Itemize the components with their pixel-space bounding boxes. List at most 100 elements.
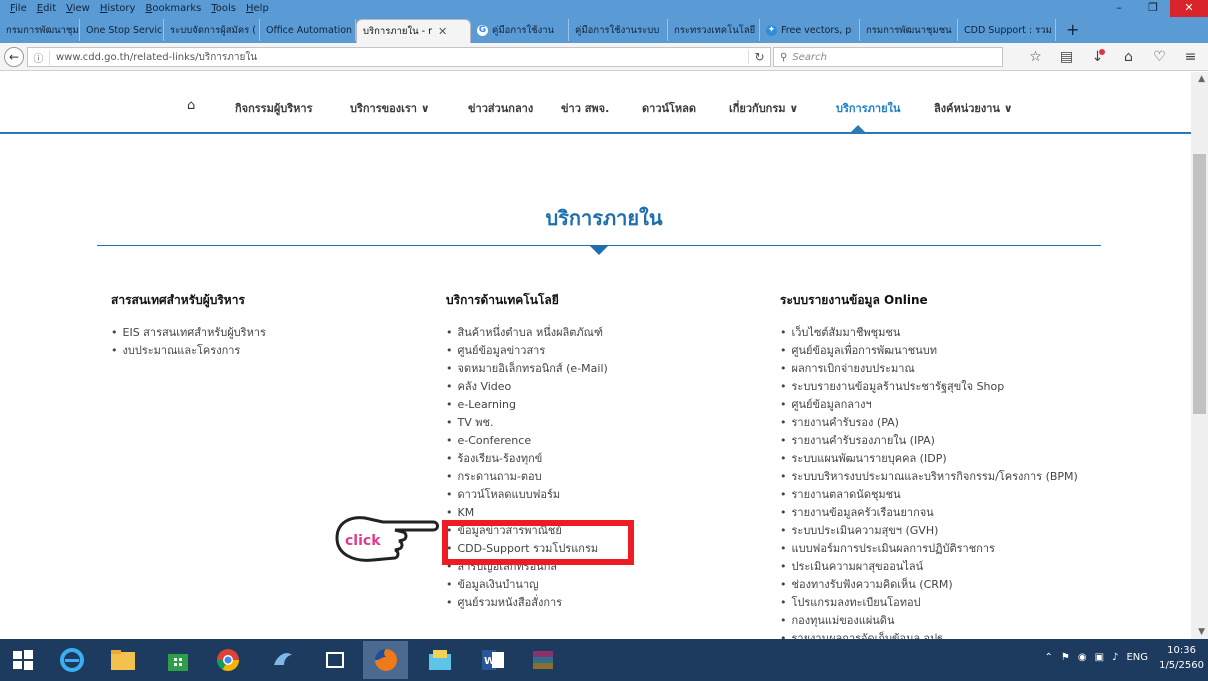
list-item[interactable]: กองทุนแม่ของแผ่นดิน [780, 612, 1078, 630]
info-icon[interactable]: ⓘ [28, 49, 50, 65]
site-home-icon[interactable]: ⌂ [187, 98, 195, 113]
url-text[interactable]: www.cdd.go.th/related-links/บริการภายใน [50, 50, 748, 65]
store-icon[interactable] [155, 641, 200, 679]
list-item[interactable]: ประเมินความผาสุขออนไลน์ [780, 558, 1078, 576]
winrar-icon[interactable] [520, 641, 565, 679]
scroll-up-icon[interactable]: ▲ [1198, 74, 1205, 84]
new-tab-button[interactable]: + [1056, 19, 1089, 43]
tab-internal-services[interactable]: บริการภายใน - r ✕ [356, 19, 471, 43]
site-nav-downloads[interactable]: ดาวน์โหลด [642, 99, 696, 117]
list-item[interactable]: คลัง Video [446, 378, 608, 396]
list-item[interactable]: ศูนย์ข้อมูลเพื่อการพัฒนาชนบท [780, 342, 1078, 360]
tab-one-stop-service[interactable]: One Stop Service [80, 19, 164, 41]
task-view-icon[interactable] [312, 641, 357, 679]
list-item[interactable]: รายงานผลการจัดเก็บข้อมูล จปฐ [780, 630, 1078, 639]
restore-button[interactable]: ❐ [1136, 0, 1170, 17]
scroll-thumb[interactable] [1193, 154, 1206, 414]
volume-icon[interactable]: ♪ [1112, 652, 1118, 663]
list-item[interactable]: ศูนย์ข้อมูลกลางฯ [780, 396, 1078, 414]
site-nav-provincial-news[interactable]: ข่าว สพจ. [561, 99, 609, 117]
list-item[interactable]: ข้อมูลเงินบำนาญ [446, 576, 608, 594]
list-item[interactable]: แบบฟอร์มการประเมินผลการปฏิบัติราชการ [780, 540, 1078, 558]
menu-help[interactable]: Help [242, 0, 273, 17]
site-nav-central-news[interactable]: ข่าวส่วนกลาง [468, 99, 533, 117]
scroll-down-icon[interactable]: ▼ [1198, 627, 1205, 637]
list-item[interactable]: ศูนย์รวมหนังสือสั่งการ [446, 594, 608, 612]
menu-file[interactable]: File [6, 0, 31, 17]
list-item[interactable]: โปรแกรมลงทะเบียนโอทอป [780, 594, 1078, 612]
bookmark-star-icon[interactable]: ☆ [1020, 47, 1051, 67]
list-item[interactable]: ระบบบริหารงบประมาณและบริหารกิจกรรม/โครงก… [780, 468, 1078, 486]
firefox-icon[interactable] [363, 641, 408, 679]
security-icon[interactable]: ◉ [1078, 652, 1087, 663]
list-item[interactable]: ศูนย์ข้อมูลข่าวสาร [446, 342, 608, 360]
tab-applicant-system[interactable]: ระบบจัดการผู้สมัคร ( [164, 19, 260, 41]
address-bar[interactable]: ⓘ www.cdd.go.th/related-links/บริการภายใ… [27, 47, 771, 67]
tab-cdd-1[interactable]: กรมการพัฒนาชุมชน [0, 19, 80, 41]
list-item[interactable]: รายงานคำรับรอง (PA) [780, 414, 1078, 432]
list-item[interactable]: รายงานข้อมูลครัวเรือนยากจน [780, 504, 1078, 522]
menu-edit[interactable]: Edit [33, 0, 60, 17]
minimize-button[interactable]: – [1102, 0, 1136, 17]
windows-start-icon[interactable] [0, 641, 45, 679]
list-item[interactable]: ระบบแผนพัฒนารายบุคคล (IDP) [780, 450, 1078, 468]
home-icon[interactable]: ⌂ [1113, 47, 1144, 67]
menu-history[interactable]: History [96, 0, 140, 17]
network-icon[interactable]: ▣ [1095, 652, 1104, 663]
list-item[interactable]: ช่องทางรับฟังความคิดเห็น (CRM) [780, 576, 1078, 594]
site-nav-executive-activities[interactable]: กิจกรรมผู้บริหาร [235, 99, 313, 117]
pocket-icon[interactable]: ♡ [1144, 47, 1175, 67]
tray-chevron-icon[interactable]: ⌃ [1045, 652, 1053, 663]
download-icon[interactable]: ↓ [1082, 47, 1113, 67]
close-window-button[interactable]: ✕ [1170, 0, 1208, 17]
reload-icon[interactable]: ↻ [748, 50, 770, 64]
vertical-scrollbar[interactable]: ▲ ▼ [1191, 72, 1208, 639]
tab-cdd-support[interactable]: CDD Support : รวม [958, 19, 1056, 41]
list-item[interactable]: รายงานคำรับรองภายใน (IPA) [780, 432, 1078, 450]
tab-strip: กรมการพัฒนาชุมชน One Stop Service ระบบจั… [0, 17, 1208, 43]
list-item[interactable]: e-Conference [446, 432, 608, 450]
list-item[interactable]: เว็บไซต์สัมมาชีพชุมชน [780, 324, 1078, 342]
menu-bookmarks[interactable]: Bookmarks [141, 0, 205, 17]
list-item[interactable]: จดหมายอิเล็กทรอนิกส์ (e-Mail) [446, 360, 608, 378]
language-indicator[interactable]: ENG [1126, 652, 1148, 663]
list-item[interactable]: ดาวน์โหลดแบบฟอร์ม [446, 486, 608, 504]
reading-list-icon[interactable]: ▤ [1051, 47, 1082, 67]
menu-hamburger-icon[interactable]: ≡ [1175, 47, 1206, 67]
back-arrow-icon[interactable]: ← [4, 47, 24, 67]
chrome-icon[interactable] [205, 641, 250, 679]
clock[interactable]: 10:36 1/5/2560 [1159, 643, 1204, 673]
site-nav-internal-services[interactable]: บริการภายใน [836, 99, 900, 117]
site-nav-our-services[interactable]: บริการของเรา ∨ [350, 99, 430, 117]
flag-icon[interactable]: ⚑ [1061, 652, 1070, 663]
tab-office-automation[interactable]: Office Automation [260, 19, 356, 41]
tab-manual[interactable]: G คู่มือการใช้งาน [471, 19, 569, 41]
list-item[interactable]: ร้องเรียน-ร้องทุกข์ [446, 450, 608, 468]
dolphin-app-icon[interactable] [260, 641, 305, 679]
tab-cdd-2[interactable]: กรมการพัฒนาชุมชน [860, 19, 958, 41]
list-item[interactable]: EIS สารสนเทศสำหรับผู้บริหาร [111, 324, 266, 342]
list-item[interactable]: ระบบประเมินความสุขฯ (GVH) [780, 522, 1078, 540]
site-nav-agency-links[interactable]: ลิงค์หน่วยงาน ∨ [934, 99, 1013, 117]
menu-view[interactable]: View [62, 0, 94, 17]
menu-tools[interactable]: Tools [207, 0, 240, 17]
internet-explorer-icon[interactable] [49, 641, 94, 679]
close-icon[interactable]: ✕ [438, 25, 447, 38]
list-item[interactable]: รายงานตลาดนัดชุมชน [780, 486, 1078, 504]
list-item[interactable]: กระดานถาม-ตอบ [446, 468, 608, 486]
list-item[interactable]: งบประมาณและโครงการ [111, 342, 266, 360]
list-item[interactable]: ระบบรายงานข้อมูลร้านประชารัฐสุขใจ Shop [780, 378, 1078, 396]
list-item[interactable]: TV พช. [446, 414, 608, 432]
tab-free-vectors[interactable]: ✦ Free vectors, p [760, 19, 860, 41]
nav-divider [0, 132, 1191, 134]
tab-system-manual[interactable]: คู่มือการใช้งานระบบ [569, 19, 668, 41]
list-item[interactable]: ผลการเบิกจ่ายงบประมาณ [780, 360, 1078, 378]
word-icon[interactable]: W [470, 641, 515, 679]
site-nav-about[interactable]: เกี่ยวกับกรม ∨ [729, 99, 798, 117]
notes-app-icon[interactable] [417, 641, 462, 679]
tab-ministry-tech[interactable]: กระทรวงเทคโนโลยี [668, 19, 760, 41]
search-input[interactable]: ⚲ Search [773, 47, 1003, 67]
file-explorer-icon[interactable] [100, 641, 145, 679]
list-item[interactable]: e-Learning [446, 396, 608, 414]
list-item[interactable]: สินค้าหนึ่งตำบล หนึ่งผลิตภัณฑ์ [446, 324, 608, 342]
